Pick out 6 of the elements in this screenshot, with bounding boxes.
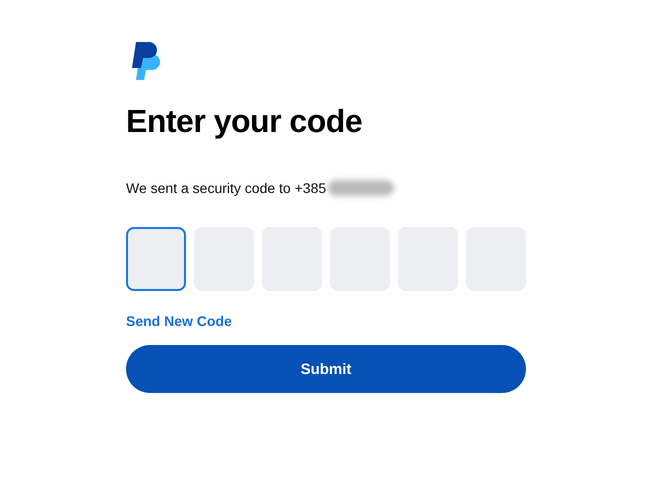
code-digit-field[interactable] bbox=[126, 227, 186, 291]
logo-icon bbox=[131, 42, 163, 80]
submit-button[interactable]: Submit bbox=[126, 345, 526, 393]
heading: Enter your code bbox=[126, 102, 362, 140]
message-text: We sent a security code to +385 bbox=[126, 180, 326, 196]
send-new-code-link[interactable]: Send New Code bbox=[126, 313, 232, 329]
